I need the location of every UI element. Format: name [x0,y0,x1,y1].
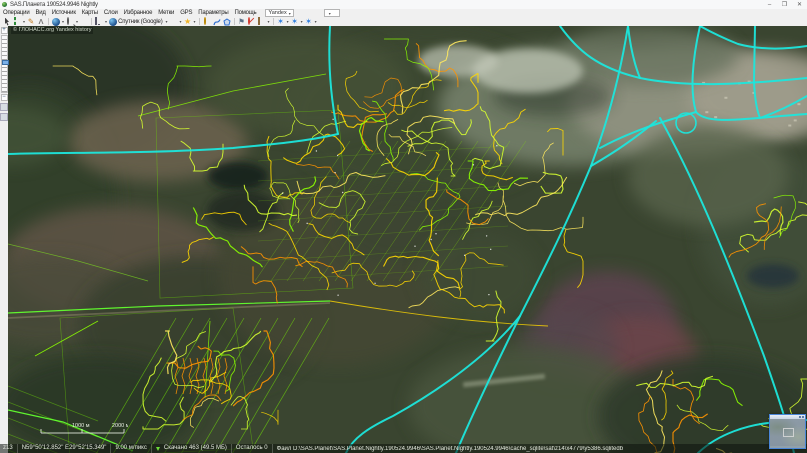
menu-item-view[interactable]: Вид [32,10,48,16]
minimap-button-icon[interactable] [799,416,801,418]
gps-satellite-icon: ✶ [305,18,313,26]
gps-track-button[interactable]: ✶▾ [304,17,318,26]
search-icon [67,17,69,25]
menu-item-operations[interactable]: Операции [0,10,32,16]
maximize-button[interactable]: ❐ [777,0,792,9]
minimap-window[interactable] [769,414,806,449]
status-downloaded: Скачано 463 (49.5 МБ) [160,444,232,453]
layers-button[interactable]: ▾ [169,17,183,26]
window-controls: – ❐ ✕ [762,0,807,9]
gps-connect-button[interactable]: ✶▾ [276,17,290,26]
zoom-panel: + − [0,26,8,453]
gps-satellite-icon: ✶ [277,18,285,26]
menu-item-favorites[interactable]: Избранное [121,10,156,16]
polygon-icon [223,18,231,26]
favorites-button[interactable]: ★▾ [183,17,197,26]
map-source-button[interactable]: Спутник (Google) ▾ [108,17,168,26]
map-art [8,26,807,453]
minimize-button[interactable]: – [762,0,777,9]
no-entry-icon [248,17,250,25]
search-place-button[interactable]: ▾ [65,17,79,26]
compass-divider-icon: Λ [37,18,45,26]
menu-item-gps[interactable]: GPS [177,10,195,16]
zoom-slider[interactable] [1,35,8,93]
display-mode-button[interactable]: ▾ [94,17,108,26]
add-placemark-button[interactable] [202,17,212,26]
search-engine-label: Yandex [268,10,286,16]
flag-button[interactable]: ⚑ [237,17,247,26]
zoom-out-button[interactable]: − [1,94,8,101]
status-file-path: Файл D:\SAS.Planet\SAS.Planet.Nightly.19… [273,446,627,452]
close-button[interactable]: ✕ [792,0,807,9]
add-path-button[interactable] [212,17,222,26]
cancel-download-button[interactable] [247,17,257,26]
svg-text:2000 м: 2000 м [112,423,128,429]
path-icon [213,18,221,26]
window-title: SAS.Планета 190524.9946 Nightly [10,2,98,8]
globe-icon [109,18,117,26]
status-coordinates: N59°50'12.852" E29°52'15.349" [18,444,112,453]
zoom-lock-icon[interactable] [0,113,8,121]
menu-bar: Операции Вид Источник Карты Слои Избранн… [0,9,807,17]
svg-text:1000 м: 1000 м [72,423,90,429]
pencil-icon: ✎ [27,18,35,26]
star-icon: ★ [184,18,192,26]
goto-button[interactable]: ▾ [51,17,65,26]
chevron-down-icon: ▾ [329,11,331,16]
selection-rect-icon [14,17,16,25]
zoom-slider-thumb[interactable] [2,60,9,65]
map-canvas[interactable]: © ГЛОНАСС.org Yandex history 1000 м 2000 … [8,26,807,453]
chevron-down-icon: ▾ [289,11,291,16]
flag-icon: ⚑ [238,18,246,26]
menu-item-help[interactable]: Помощь [231,10,259,16]
pan-cursor-button[interactable] [2,17,12,26]
scale-bar: 1000 м 2000 м [36,421,128,441]
gps-satellite-icon: ✶ [291,18,299,26]
globe-icon [52,18,60,26]
menu-item-source[interactable]: Источник [49,10,79,16]
menu-item-layers[interactable]: Слои [101,10,121,16]
fullscreen-button[interactable] [79,17,89,26]
status-bar: z13 N59°50'12.852" E29°52'15.349" 9.00 м… [0,444,807,453]
menu-item-marks[interactable]: Метки [155,10,177,16]
zoom-in-button[interactable]: + [1,27,8,34]
minimap-viewport-rect[interactable] [783,428,794,437]
selection-button[interactable]: ▾ [12,17,26,26]
menu-item-options[interactable]: Параметры [195,10,231,16]
status-zoom-level: z13 [0,444,18,453]
measure-button[interactable]: ✎ [26,17,36,26]
minimap-body[interactable] [770,419,805,446]
prev-zoom-icon[interactable] [0,103,8,111]
minimap-button-icon[interactable] [802,416,804,418]
ruler-button[interactable]: ▾ [257,17,271,26]
gps-follow-button[interactable]: ✶▾ [290,17,304,26]
status-remaining: Осталось 0 [232,444,273,453]
app-icon [2,2,7,7]
search-engine-select[interactable]: Yandex ▾ [265,9,293,17]
ruler-icon [258,17,260,25]
placemark-icon [204,17,206,25]
cursor-icon [3,18,11,26]
menu-item-maps[interactable]: Карты [79,10,101,16]
attribution-overlay: © ГЛОНАСС.org Yandex history [11,27,93,34]
distance-button[interactable]: Λ [36,17,46,26]
search-input[interactable]: ▾ [324,9,340,17]
add-polygon-button[interactable] [222,17,232,26]
monitor-icon [95,17,97,25]
status-resolution: 9.00 м/пикс [111,444,151,453]
map-source-label: Спутник (Google) [118,19,162,25]
